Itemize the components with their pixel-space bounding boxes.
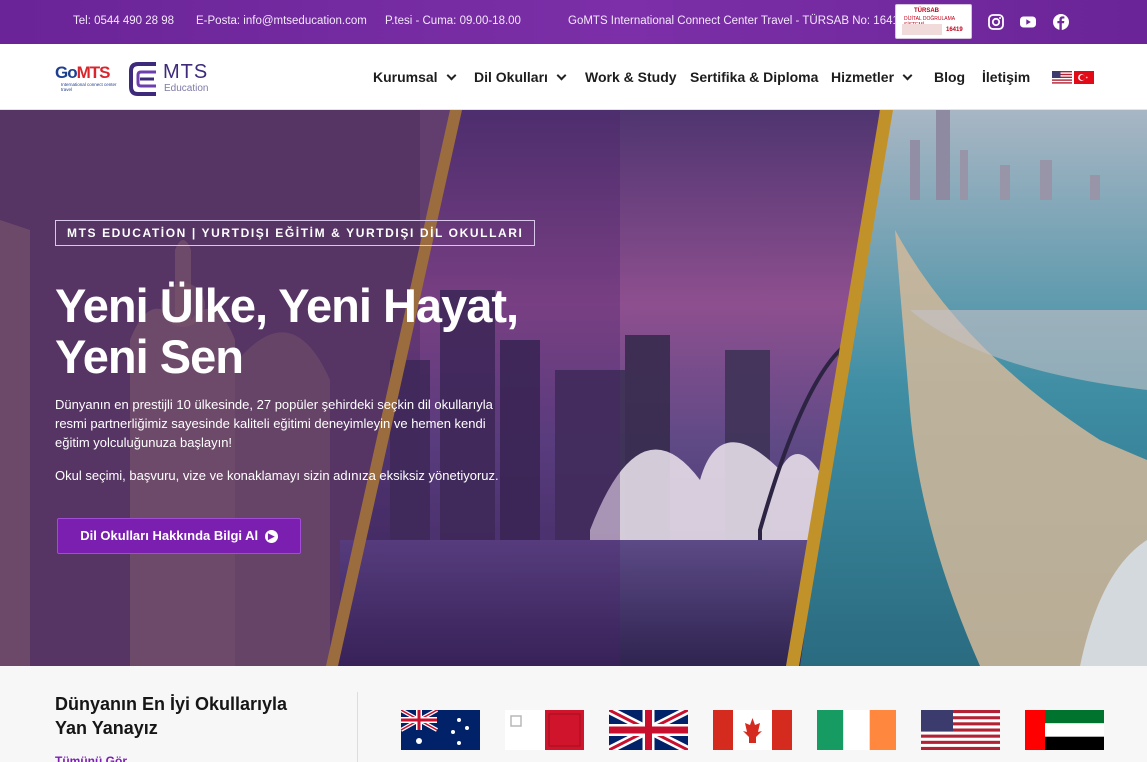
partner-countries-section: Dünyanın En İyi Okullarıyla Yan Yanayız … bbox=[0, 666, 1147, 762]
license-text: GoMTS International Connect Center Trave… bbox=[568, 15, 906, 27]
partners-title-line2: Yan Yanayız bbox=[55, 718, 158, 738]
united-arab-emirates-flag-icon[interactable] bbox=[1025, 710, 1104, 750]
mts-e-mark-icon bbox=[129, 62, 156, 96]
facebook-icon[interactable] bbox=[1052, 13, 1070, 31]
partners-title-line1: Dünyanın En İyi Okullarıyla bbox=[55, 694, 288, 714]
tursab-badge[interactable]: TÜRSAB DİJİTAL DOĞRULAMA SİSTEMİ 16419 bbox=[895, 4, 972, 39]
gomts-logo-subtitle: International connect center travel bbox=[61, 82, 117, 92]
nav-kurumsal[interactable]: Kurumsal bbox=[373, 69, 457, 85]
hero-lead-text: Dünyanın en prestijli 10 ülkesinde, 27 p… bbox=[55, 397, 493, 450]
mts-logo-name: MTS bbox=[163, 61, 209, 83]
mts-logo-tagline: Education bbox=[164, 83, 209, 94]
youtube-icon[interactable] bbox=[1019, 13, 1037, 31]
chevron-down-icon bbox=[556, 70, 567, 81]
arrow-circle-right-icon: ▶ bbox=[264, 530, 278, 543]
nav-iletisim[interactable]: İletişim bbox=[982, 69, 1030, 85]
nav-sertifika-label: Sertifika & Diploma bbox=[690, 69, 819, 85]
hero-headline-line1: Yeni Ülke, Yeni Hayat, bbox=[55, 279, 519, 332]
turkish-flag-icon[interactable] bbox=[1074, 71, 1094, 84]
nav-iletisim-label: İletişim bbox=[982, 69, 1031, 85]
top-info-bar: Tel: 0544 490 28 98 E-Posta: info@mtsedu… bbox=[0, 0, 1147, 44]
tursab-title: TÜRSAB bbox=[914, 8, 939, 14]
nav-hizmetler[interactable]: Hizmetler bbox=[831, 69, 913, 85]
chevron-down-icon bbox=[902, 70, 913, 81]
ireland-flag-icon[interactable] bbox=[817, 710, 896, 750]
section-divider bbox=[357, 692, 358, 762]
phone-text[interactable]: Tel: 0544 490 28 98 bbox=[73, 15, 174, 27]
hero-headline-line2: Yeni Sen bbox=[55, 330, 244, 383]
canada-flag-icon[interactable] bbox=[713, 710, 792, 750]
hero-background-collage bbox=[0, 110, 1147, 666]
nav-sertifika-diploma[interactable]: Sertifika & Diploma bbox=[690, 69, 818, 85]
nav-work-study-label: Work & Study bbox=[585, 69, 677, 85]
hero-section: MTS EDUCATİON | YURTDIŞI EĞİTİM & YURTDI… bbox=[0, 110, 1147, 666]
united-kingdom-flag-icon[interactable] bbox=[609, 710, 688, 750]
hero-headline: Yeni Ülke, Yeni Hayat, Yeni Sen bbox=[55, 280, 575, 382]
nav-work-study[interactable]: Work & Study bbox=[585, 69, 677, 85]
chevron-down-icon bbox=[446, 70, 457, 81]
hero-secondary-text: Okul seçimi, başvuru, vize ve konaklamay… bbox=[55, 468, 499, 483]
gomts-logo-go: Go bbox=[55, 63, 78, 82]
hours-text: P.tesi - Cuma: 09.00-18.00 bbox=[385, 15, 521, 27]
cta-label: Dil Okulları Hakkında Bilgi Al bbox=[80, 528, 259, 543]
gomts-logo[interactable]: GoMTS International connect center trave… bbox=[55, 63, 117, 93]
malta-flag-icon[interactable] bbox=[505, 710, 584, 750]
tursab-bar bbox=[902, 24, 942, 35]
see-all-link[interactable]: Tümünü Gör bbox=[55, 754, 127, 762]
hero-tagline: MTS EDUCATİON | YURTDIŞI EĞİTİM & YURTDI… bbox=[55, 220, 536, 246]
email-text[interactable]: E-Posta: info@mtseducation.com bbox=[196, 15, 367, 27]
mts-education-logo[interactable]: MTS Education bbox=[128, 60, 218, 98]
nav-blog-label: Blog bbox=[934, 69, 966, 85]
nav-hizmetler-label: Hizmetler bbox=[831, 69, 895, 85]
nav-dil-okullari[interactable]: Dil Okulları bbox=[474, 69, 567, 85]
gomts-logo-mts: MTS bbox=[76, 63, 111, 82]
instagram-icon[interactable] bbox=[987, 13, 1005, 31]
main-navbar: GoMTS International connect center trave… bbox=[0, 44, 1147, 110]
nav-dil-okullari-label: Dil Okulları bbox=[474, 69, 548, 85]
united-states-flag-icon[interactable] bbox=[921, 710, 1000, 750]
australia-flag-icon[interactable] bbox=[401, 710, 480, 750]
partners-title: Dünyanın En İyi Okullarıyla Yan Yanayız bbox=[55, 692, 325, 740]
nav-kurumsal-label: Kurumsal bbox=[373, 69, 438, 85]
nav-blog[interactable]: Blog bbox=[934, 69, 965, 85]
tursab-number: 16419 bbox=[946, 27, 963, 33]
school-info-cta-button[interactable]: Dil Okulları Hakkında Bilgi Al ▶ bbox=[57, 518, 301, 554]
english-flag-icon[interactable] bbox=[1052, 71, 1072, 84]
